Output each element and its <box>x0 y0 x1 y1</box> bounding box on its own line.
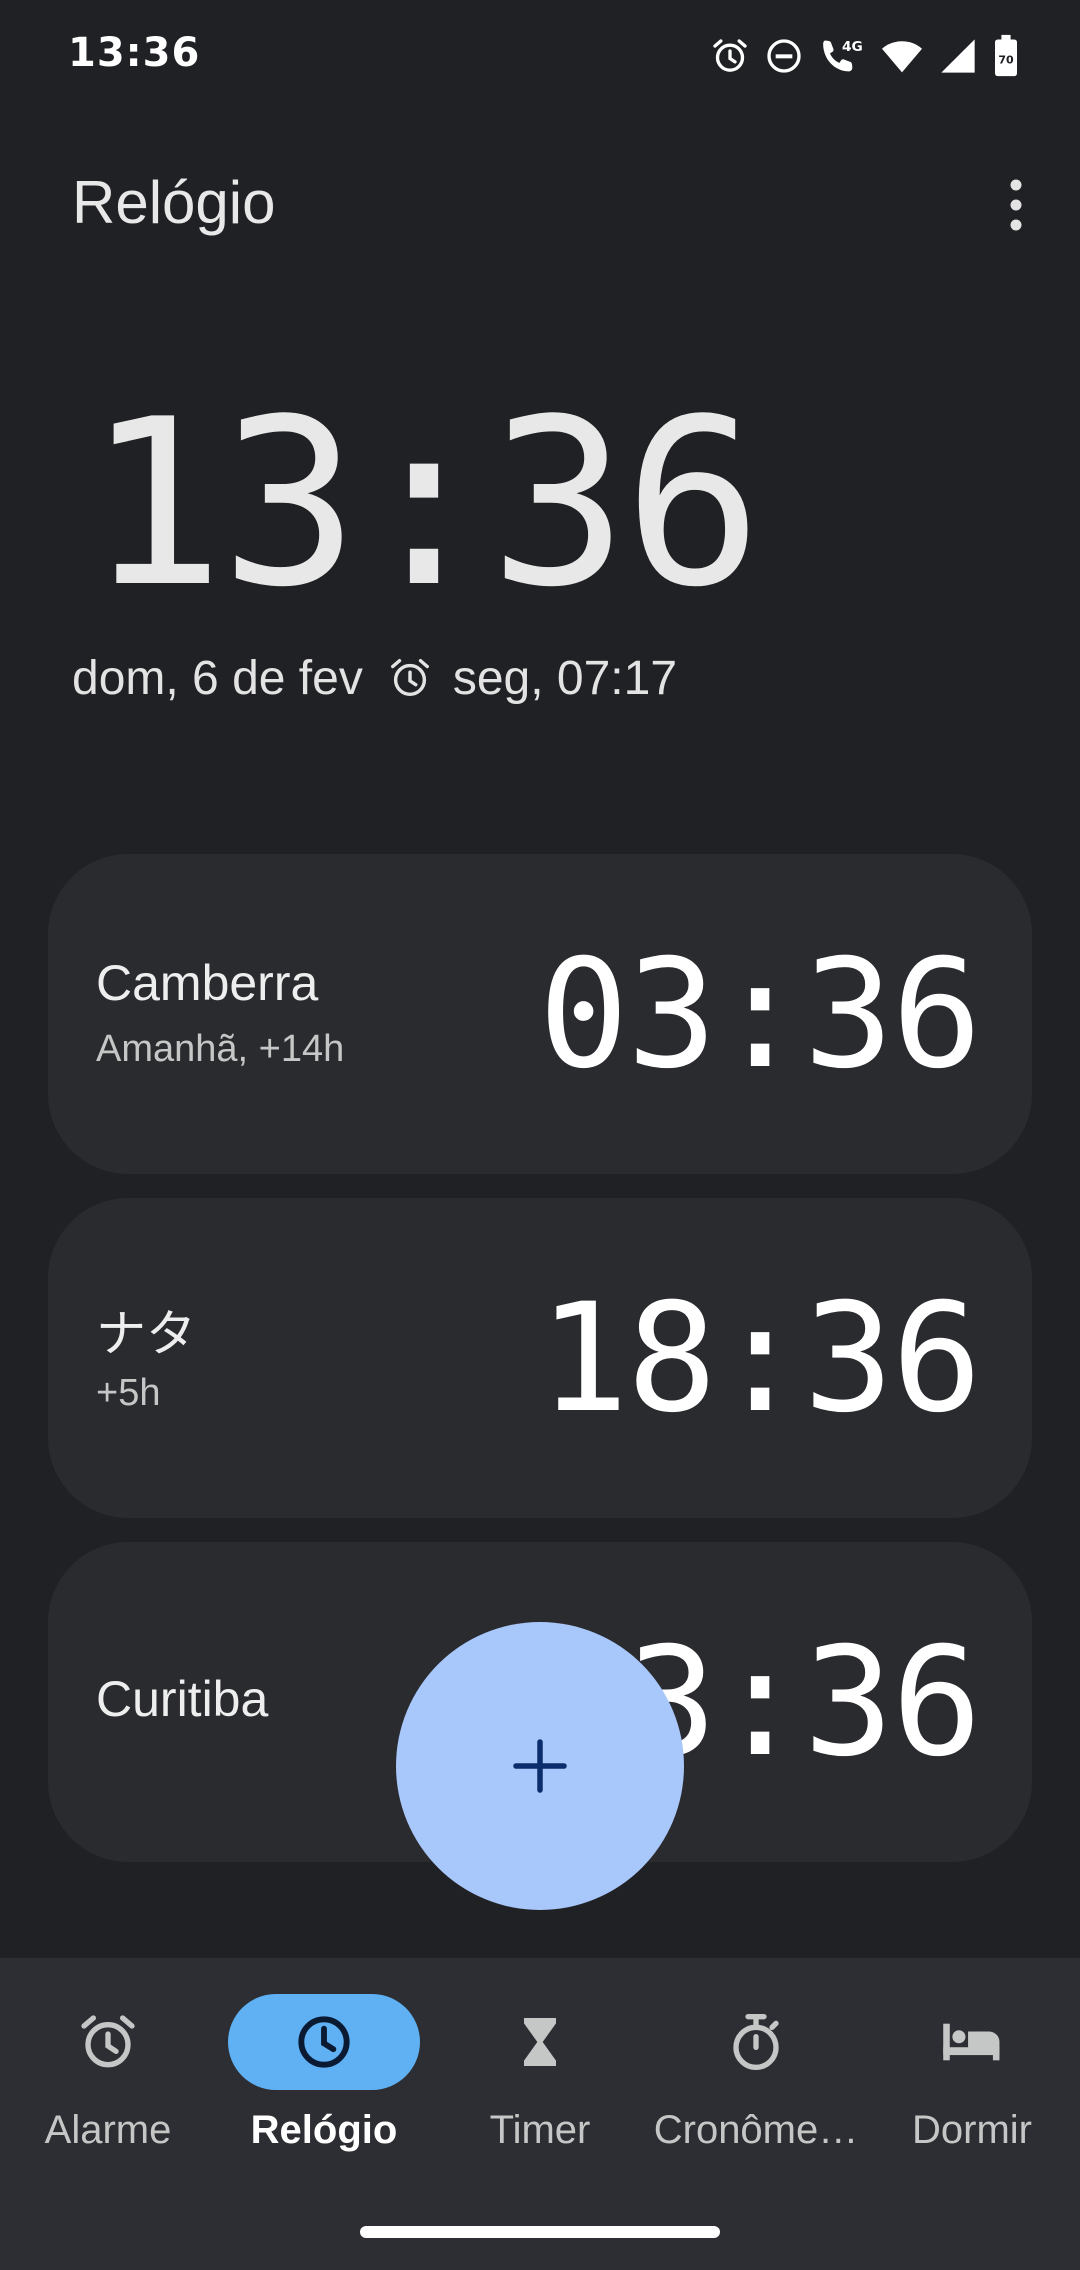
more-vert-icon <box>1010 179 1022 231</box>
alarm-icon <box>81 2015 135 2068</box>
date-and-next-alarm: dom, 6 de fev seg, 07:17 <box>72 645 677 711</box>
city-offset: Amanhã, +14h <box>96 1028 345 1070</box>
city-name: Curitiba <box>96 1671 269 1727</box>
bed-icon <box>943 2023 1000 2061</box>
nav-pill <box>12 1994 204 2090</box>
add-city-button[interactable] <box>396 1622 684 1910</box>
city-offset: +5h <box>96 1372 161 1414</box>
next-alarm-icon <box>387 655 433 701</box>
nav-pill <box>444 1994 636 2090</box>
status-icons: 4G 70 <box>710 32 1020 80</box>
nav-label: Relógio <box>250 2108 398 2152</box>
nav-label: Dormir <box>912 2108 1032 2152</box>
bottom-navigation: Alarme Relógio Timer Cronôme… Dormir <box>0 1958 1080 2270</box>
local-clock-time: 13:36 <box>86 371 762 638</box>
nav-label: Alarme <box>44 2108 172 2152</box>
nav-item-cronometro[interactable]: Cronôme… <box>648 1958 864 2178</box>
hourglass-icon <box>524 2018 556 2066</box>
signal-icon <box>941 39 975 73</box>
page-title: Relógio <box>72 169 276 236</box>
wifi-icon <box>882 41 922 73</box>
status-time: 13:36 <box>68 30 201 76</box>
nav-item-relogio[interactable]: Relógio <box>216 1958 432 2178</box>
alarm-status-icon <box>713 39 747 72</box>
city-time: 03:36 <box>538 928 982 1102</box>
nav-item-alarme[interactable]: Alarme <box>0 1958 216 2178</box>
svg-text:70: 70 <box>998 53 1014 66</box>
plus-icon <box>513 1739 567 1793</box>
city-time: 18:36 <box>538 1272 982 1446</box>
more-options-button[interactable] <box>992 170 1040 240</box>
nav-item-dormir[interactable]: Dormir <box>864 1958 1080 2178</box>
city-card-nata[interactable]: ナタ +5h 18:36 <box>48 1198 1032 1518</box>
battery-icon: 70 <box>995 34 1017 77</box>
volte-call-icon: 4G <box>823 39 863 72</box>
nav-pill <box>660 1994 852 2090</box>
nav-item-timer[interactable]: Timer <box>432 1958 648 2178</box>
nav-label: Cronôme… <box>653 2108 859 2152</box>
city-name: Camberra <box>96 955 319 1011</box>
stopwatch-icon <box>733 2014 779 2070</box>
svg-text:4G: 4G <box>842 39 863 55</box>
home-indicator[interactable] <box>360 2226 720 2238</box>
do-not-disturb-icon <box>767 39 801 73</box>
status-bar: 13:36 4G 70 <box>0 0 1080 110</box>
clock-icon <box>298 2016 350 2068</box>
city-card-camberra[interactable]: Camberra Amanhã, +14h 03:36 <box>48 854 1032 1174</box>
nav-label: Timer <box>489 2108 591 2152</box>
next-alarm-time[interactable]: seg, 07:17 <box>453 651 677 706</box>
city-name: ナタ <box>96 1306 196 1362</box>
nav-pill <box>876 1994 1068 2090</box>
current-date: dom, 6 de fev <box>72 651 363 705</box>
nav-pill <box>228 1994 420 2090</box>
